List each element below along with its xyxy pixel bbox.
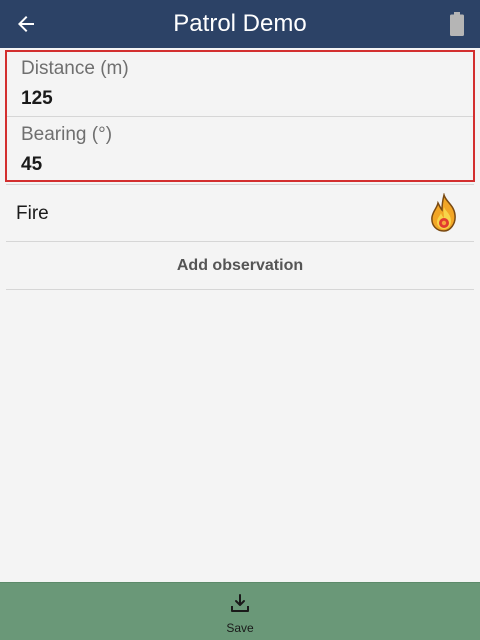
- save-button[interactable]: Save: [200, 583, 280, 640]
- bearing-value[interactable]: 45: [21, 154, 42, 176]
- list-divider: [6, 184, 474, 185]
- distance-value[interactable]: 125: [21, 88, 53, 110]
- save-label: Save: [226, 621, 254, 635]
- distance-field[interactable]: Distance (m) 125: [7, 52, 473, 117]
- app-root: Patrol Demo Distance (m) 125 Bearing (°)…: [0, 0, 480, 640]
- observation-label: Fire: [16, 203, 49, 224]
- battery-icon: [450, 12, 464, 36]
- location-fields-group: Distance (m) 125 Bearing (°) 45: [5, 50, 475, 182]
- list-divider: [6, 289, 474, 290]
- distance-label: Distance (m): [21, 58, 129, 79]
- observation-item-fire[interactable]: Fire: [6, 186, 474, 241]
- bottom-toolbar: Save: [0, 582, 480, 640]
- app-header: Patrol Demo: [0, 0, 480, 48]
- download-tray-icon: [231, 594, 249, 612]
- page-title: Patrol Demo: [173, 10, 307, 37]
- bearing-field[interactable]: Bearing (°) 45: [7, 118, 473, 182]
- fire-icon: [431, 193, 456, 232]
- bearing-label: Bearing (°): [21, 124, 113, 145]
- add-observation-button[interactable]: Add observation: [6, 242, 474, 290]
